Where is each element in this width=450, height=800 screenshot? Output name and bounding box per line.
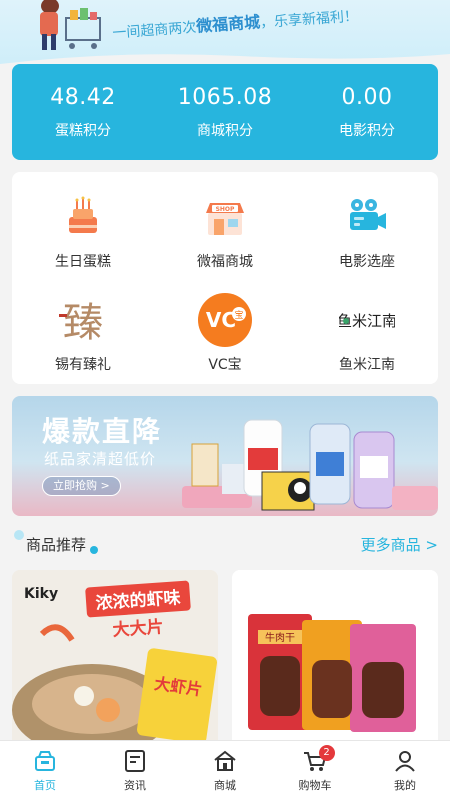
decor-dot [14, 529, 24, 540]
vc-logo-icon: VC 宝 [197, 292, 253, 348]
service-movie-label: 电影选座 [339, 253, 395, 270]
tab-store[interactable]: 商城 [180, 741, 270, 800]
cake-points-label: 蛋糕积分 [54, 122, 111, 139]
service-vc-bao[interactable]: VC 宝 VC宝 [154, 281, 296, 384]
mall-points-value: 1065.08 [177, 84, 273, 110]
tab-profile-label: 我的 [394, 779, 416, 792]
service-birthday-cake[interactable]: 生日蛋糕 [12, 178, 154, 281]
svg-text:SHOP: SHOP [216, 206, 235, 213]
svg-text:宝: 宝 [234, 309, 243, 321]
svg-text:VC: VC [206, 308, 236, 332]
birthday-cake-icon [55, 189, 111, 245]
services-grid: 生日蛋糕 SHOP 微福商城 电影选座 臻 锡有臻礼 VC 宝 VC宝 鱼米江南… [12, 172, 438, 384]
tab-cart-label: 购物车 [298, 779, 332, 792]
tab-cart[interactable]: 2 购物车 [270, 741, 360, 800]
decor-dot [90, 545, 98, 554]
cake-points-value: 48.42 [50, 84, 116, 110]
shopper-illustration [40, 0, 101, 50]
service-mall-label: 微福商城 [197, 253, 253, 270]
product-headline-2: 大大片 [112, 616, 164, 641]
movie-points-label: 电影积分 [338, 122, 395, 139]
mall-points[interactable]: 1065.08 商城积分 [155, 85, 296, 140]
tab-home[interactable]: 首页 [0, 741, 90, 800]
shop-icon: SHOP [197, 189, 253, 245]
service-yumi-jiangnan-label: 鱼米江南 [339, 356, 395, 373]
home-icon [35, 751, 55, 771]
promo-subtitle: 纸品家清超低价 [44, 450, 157, 468]
tab-news[interactable]: 资讯 [90, 741, 180, 800]
service-birthday-cake-label: 生日蛋糕 [55, 253, 111, 270]
service-zhen-gift[interactable]: 臻 锡有臻礼 [12, 281, 154, 384]
product-pack-label: 牛肉干 [265, 631, 295, 644]
profile-icon [395, 751, 415, 772]
product-brand: Kiky [24, 586, 58, 602]
zhen-logo-icon: 臻 [55, 292, 111, 348]
recommend-header: 商品推荐 更多商品 > [12, 528, 438, 560]
tab-profile[interactable]: 我的 [360, 741, 450, 800]
svg-text:臻: 臻 [63, 300, 103, 346]
product-card[interactable]: 牛肉干 [232, 570, 438, 740]
recommend-title: 商品推荐 [26, 535, 87, 554]
promo-products-illustration [182, 419, 438, 511]
product-image-beef-jerky: 牛肉干 [232, 570, 438, 740]
service-yumi-jiangnan[interactable]: 鱼米江南 鱼米江南 [296, 281, 438, 384]
cart-badge: 2 [318, 745, 335, 761]
service-zhen-gift-label: 锡有臻礼 [55, 356, 111, 373]
yumi-logo-icon: 鱼米江南 [339, 292, 395, 348]
tab-store-label: 商城 [214, 779, 236, 792]
top-banner: 一间超商两次微福商城，乐享新福利！ [0, 0, 450, 64]
news-icon [125, 750, 145, 772]
recommend-title-wrap: 商品推荐 [12, 529, 98, 555]
promo-banner[interactable]: 爆款直降 纸品家清超低价 立即抢购 > [12, 396, 438, 516]
product-image-shrimp-chips: Kiky 浓浓的虾味 大大片 大虾片 [12, 570, 218, 740]
points-card: 48.42 蛋糕积分 1065.08 商城积分 0.00 电影积分 [12, 64, 438, 160]
product-card[interactable]: Kiky 浓浓的虾味 大大片 大虾片 [12, 570, 218, 740]
promo-buy-button[interactable]: 立即抢购 > [42, 476, 121, 496]
tab-home-label: 首页 [34, 779, 56, 792]
movie-points[interactable]: 0.00 电影积分 [297, 85, 438, 140]
cake-points[interactable]: 48.42 蛋糕积分 [13, 85, 154, 140]
service-mall[interactable]: SHOP 微福商城 [154, 178, 296, 281]
banner-wave [0, 54, 450, 64]
store-icon [214, 750, 236, 771]
banner-tagline: 一间超商两次微福商城，乐享新福利！ [111, 8, 359, 42]
more-products-link[interactable]: 更多商品 > [361, 534, 438, 555]
movie-camera-icon [339, 189, 395, 245]
bottom-tab-bar: 首页 资讯 商城 2 购物车 我的 [0, 740, 450, 800]
promo-title: 爆款直降 [42, 415, 163, 448]
service-vc-bao-label: VC宝 [208, 356, 242, 373]
tab-news-label: 资讯 [124, 779, 146, 792]
service-movie[interactable]: 电影选座 [296, 178, 438, 281]
mall-points-label: 商城积分 [196, 122, 253, 139]
movie-points-value: 0.00 [341, 84, 393, 110]
